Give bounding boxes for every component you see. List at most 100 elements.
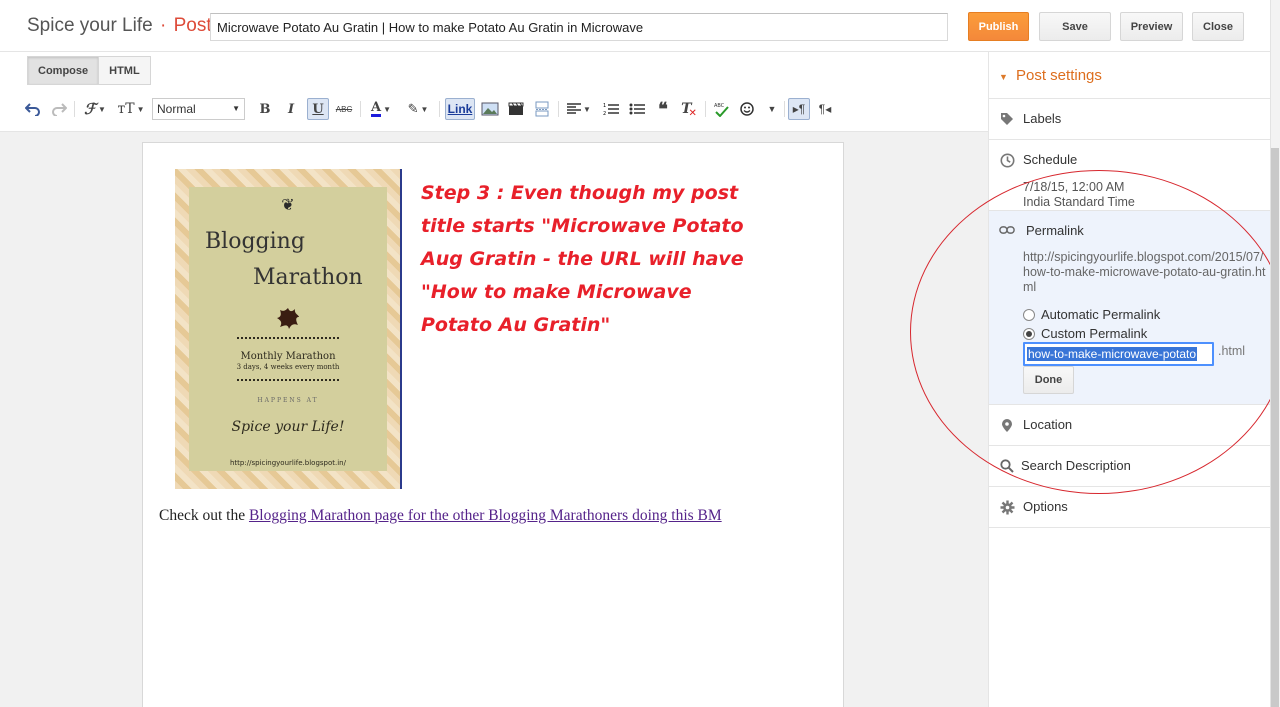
custom-permalink-input[interactable]: how-to-make-microwave-potato — [1023, 342, 1214, 366]
options-section[interactable]: Options — [989, 487, 1271, 528]
underline-icon[interactable]: U — [307, 98, 329, 120]
mode-tabs: Compose HTML — [27, 56, 151, 85]
schedule-value: 7/18/15, 12:00 AM India Standard Time — [1023, 180, 1135, 210]
blog-name[interactable]: Spice your Life — [27, 15, 153, 36]
automatic-permalink-radio[interactable] — [1023, 308, 1035, 321]
post-settings-sidebar: ▼ Post settings Labels Schedule 7/18/15,… — [988, 52, 1271, 707]
search-icon — [999, 458, 1015, 474]
clock-icon — [999, 152, 1015, 168]
poster-panel: ❦ Blogging Marathon Monthly Marathon 3 d… — [189, 187, 387, 471]
video-icon[interactable] — [505, 98, 527, 120]
location-section[interactable]: Location — [989, 405, 1271, 446]
undo-icon[interactable] — [22, 98, 44, 120]
poster-dotted-divider — [237, 337, 339, 339]
link-icon — [999, 222, 1015, 238]
labels-section[interactable]: Labels — [989, 99, 1271, 140]
link-button[interactable]: Link — [445, 98, 475, 120]
text-color-icon[interactable]: A ▼ — [366, 98, 396, 120]
automatic-permalink-label: Automatic Permalink — [1041, 307, 1161, 322]
leaf-icon: ❦ — [281, 195, 295, 214]
numbered-list-icon[interactable]: 12 — [600, 98, 622, 120]
custom-permalink-option[interactable]: Custom Permalink — [1023, 326, 1147, 341]
toolbar-separator — [439, 101, 440, 117]
title-separator: · — [159, 15, 167, 36]
step-annotation: Step 3 : Even though my post title start… — [421, 182, 744, 336]
search-description-label: Search Description — [1021, 458, 1131, 473]
quote-icon[interactable]: ❝ — [652, 98, 674, 120]
caret-down-icon: ▼ — [999, 72, 1008, 82]
post-body-editor[interactable]: ❦ Blogging Marathon Monthly Marathon 3 d… — [142, 142, 844, 707]
post-settings-title: Post settings — [1016, 67, 1102, 84]
toolbar-separator — [74, 101, 75, 117]
poster-title-line2: Marathon — [253, 265, 363, 290]
paragraph-format-select[interactable]: Normal ▼ — [152, 98, 245, 120]
search-description-section[interactable]: Search Description — [989, 446, 1271, 487]
more-icon[interactable]: ▼ — [762, 98, 780, 120]
poster-spice: Spice your Life! — [231, 419, 345, 435]
svg-text:1: 1 — [603, 103, 606, 109]
poster-happens-at: HAPPENS AT — [257, 397, 319, 404]
font-family-icon[interactable]: ℱ ▼ — [80, 98, 110, 120]
post-label: Post — [173, 15, 212, 36]
format-select-value: Normal — [157, 102, 196, 116]
svg-text:ABC: ABC — [714, 103, 725, 109]
ltr-icon[interactable]: ▸¶ — [788, 98, 810, 120]
poster-days: 3 days, 4 weeks every month — [236, 363, 340, 371]
bold-icon[interactable]: B — [256, 98, 274, 120]
schedule-timezone: India Standard Time — [1023, 195, 1135, 209]
automatic-permalink-option[interactable]: Automatic Permalink — [1023, 307, 1160, 322]
tab-compose[interactable]: Compose — [27, 56, 100, 85]
tag-icon — [999, 111, 1015, 127]
toolbar-separator — [784, 101, 785, 117]
preview-button[interactable]: Preview — [1120, 12, 1183, 41]
schedule-label: Schedule — [1023, 152, 1078, 167]
sidebar-scrollbar-thumb[interactable] — [1271, 148, 1279, 707]
bulleted-list-icon[interactable] — [626, 98, 648, 120]
permalink-url: http://spicingyourlife.blogspot.com/2015… — [1023, 250, 1266, 294]
rtl-icon[interactable]: ¶◂ — [814, 98, 836, 120]
editor-toolbar: Compose HTML ℱ ▼ ᴛT ▼ Normal ▼ B I U ABC A ▼… — [0, 52, 988, 132]
tab-html[interactable]: HTML — [99, 56, 151, 85]
toolbar-separator — [705, 101, 706, 117]
image-icon[interactable] — [479, 98, 501, 120]
done-button[interactable]: Done — [1023, 366, 1074, 394]
close-button[interactable]: Close — [1192, 12, 1244, 41]
schedule-datetime: 7/18/15, 12:00 AM — [1023, 180, 1125, 194]
custom-permalink-value: how-to-make-microwave-potato — [1027, 347, 1198, 361]
blog-title: Spice your Life · Post — [27, 15, 212, 37]
top-bar: Spice your Life · Post Publish Save Prev… — [0, 0, 1270, 52]
italic-icon[interactable]: I — [282, 98, 300, 120]
publish-button[interactable]: Publish — [968, 12, 1029, 41]
remove-format-icon[interactable]: T ✕ — [678, 98, 700, 120]
svg-text:2: 2 — [603, 111, 606, 116]
labels-label: Labels — [1023, 111, 1062, 126]
jump-break-icon[interactable] — [531, 98, 553, 120]
post-title-input[interactable] — [210, 13, 948, 41]
font-size-icon[interactable]: ᴛT ▼ — [114, 98, 148, 120]
align-icon[interactable]: ▼ — [564, 98, 594, 120]
permalink-label: Permalink — [1026, 223, 1084, 238]
blogging-marathon-link[interactable]: Blogging Marathon page for the other Blo… — [249, 507, 722, 524]
redo-icon[interactable] — [48, 98, 70, 120]
location-label: Location — [1023, 417, 1073, 432]
save-button[interactable]: Save — [1039, 12, 1111, 41]
chevron-down-icon: ▼ — [232, 104, 240, 113]
html-suffix: .html — [1218, 344, 1246, 358]
poster-url: http://spicingyourlife.blogspot.in/ — [230, 459, 346, 467]
emoji-icon[interactable] — [736, 98, 758, 120]
toolbar-separator — [360, 101, 361, 117]
blogging-marathon-image[interactable]: ❦ Blogging Marathon Monthly Marathon 3 d… — [175, 169, 402, 489]
highlight-icon[interactable]: ✎ ▼ — [402, 98, 434, 120]
location-pin-icon — [999, 417, 1015, 433]
splat-icon — [277, 308, 299, 329]
poster-dotted-divider — [237, 379, 339, 381]
spellcheck-icon[interactable]: ABC — [710, 98, 732, 120]
post-settings-header[interactable]: ▼ Post settings — [989, 52, 1271, 99]
poster-title-line1: Blogging — [205, 229, 305, 254]
format-toolbar: ℱ ▼ ᴛT ▼ Normal ▼ B I U ABC A ▼ ✎ ▼ Link ▼ 12… — [20, 96, 980, 122]
strikethrough-icon[interactable]: ABC — [333, 98, 355, 120]
gear-icon — [999, 499, 1015, 515]
custom-permalink-radio[interactable] — [1023, 327, 1035, 340]
checkout-prefix: Check out the — [159, 507, 249, 524]
custom-permalink-label: Custom Permalink — [1041, 326, 1148, 341]
